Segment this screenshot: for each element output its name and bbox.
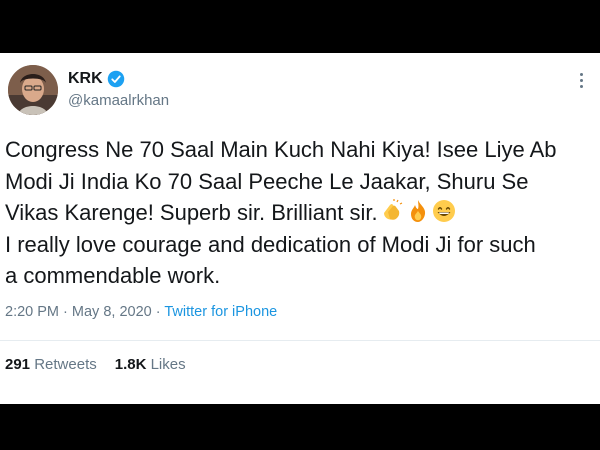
tweet-line: I really love courage and dedication of …: [5, 231, 536, 257]
tweet-card: KRK @kamaalrkhan Congress Ne 70 Saal Mai…: [0, 53, 600, 404]
tweet-stats: 291 Retweets 1.8K Likes: [5, 356, 186, 373]
author-handle[interactable]: @kamaalrkhan: [68, 92, 169, 109]
retweets-stat[interactable]: 291 Retweets: [5, 356, 97, 373]
tweet-line-text: Vikas Karenge! Superb sir. Brilliant sir…: [5, 200, 378, 225]
verified-badge-icon: [107, 70, 124, 88]
clapping-hands-icon: [383, 199, 402, 220]
likes-count: 1.8K: [114, 356, 147, 373]
tweet-header: KRK @kamaalrkhan: [8, 65, 592, 117]
tweet-text: Congress Ne 70 Saal Main Kuch Nahi Kiya!…: [5, 134, 597, 292]
likes-stat[interactable]: 1.8K Likes: [115, 356, 186, 373]
author-name-row: KRK: [68, 70, 125, 88]
likes-label: Likes: [150, 356, 186, 373]
tweet-line: Modi Ji India Ko 70 Saal Peeche Le Jaaka…: [5, 168, 529, 194]
tweet-date[interactable]: May 8, 2020: [72, 304, 152, 320]
more-options-icon[interactable]: [578, 71, 586, 95]
tweet-line-with-emojis: Vikas Karenge! Superb sir. Brilliant sir…: [5, 197, 597, 229]
fire-icon: [410, 200, 425, 222]
retweets-count: 291: [5, 356, 31, 373]
profile-photo-icon: [8, 65, 58, 115]
meta-separator: ·: [63, 304, 68, 320]
tweet-time[interactable]: 2:20 PM: [5, 304, 59, 320]
retweets-label: Retweets: [34, 356, 97, 373]
tweet-line: a commendable work.: [5, 263, 221, 288]
author-display-name[interactable]: KRK: [68, 70, 103, 88]
meta-separator: ·: [155, 304, 161, 320]
tweet-line: Congress Ne 70 Saal Main Kuch Nahi Kiya!…: [5, 137, 557, 162]
tweet-meta: 2:20 PM · May 8, 2020 · Twitter for iPho…: [5, 304, 277, 320]
avatar[interactable]: [8, 65, 58, 115]
divider: [0, 340, 600, 341]
tweet-source-link[interactable]: Twitter for iPhone: [164, 304, 277, 320]
grinning-face-icon: [432, 200, 455, 222]
